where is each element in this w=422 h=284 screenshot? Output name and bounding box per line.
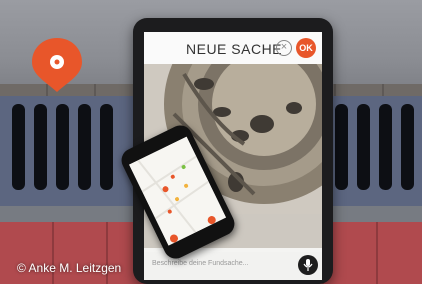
grate-slot: [401, 104, 414, 190]
description-input[interactable]: Beschreibe deine Fundsache...: [152, 260, 249, 267]
grate-slot: [357, 104, 370, 190]
grate-slot: [100, 104, 113, 190]
grate-slot: [34, 104, 47, 190]
cancel-button[interactable]: ×: [276, 40, 292, 56]
ok-button[interactable]: OK: [296, 38, 316, 58]
grate-slot: [379, 104, 392, 190]
grate-slot: [78, 104, 91, 190]
grate-slot: [335, 104, 348, 190]
app-header: NEUE SACHE × OK: [144, 32, 322, 64]
location-pin-icon: [32, 38, 82, 92]
grate-slot: [12, 104, 25, 190]
grate-slot: [56, 104, 69, 190]
photo-scene: NEUE SACHE × OK Beschreibe deine Fundsac…: [0, 0, 422, 284]
screen-title: NEUE SACHE: [186, 41, 283, 57]
microphone-icon[interactable]: [298, 255, 318, 275]
photo-credit: © Anke M. Leitzgen: [17, 261, 122, 275]
